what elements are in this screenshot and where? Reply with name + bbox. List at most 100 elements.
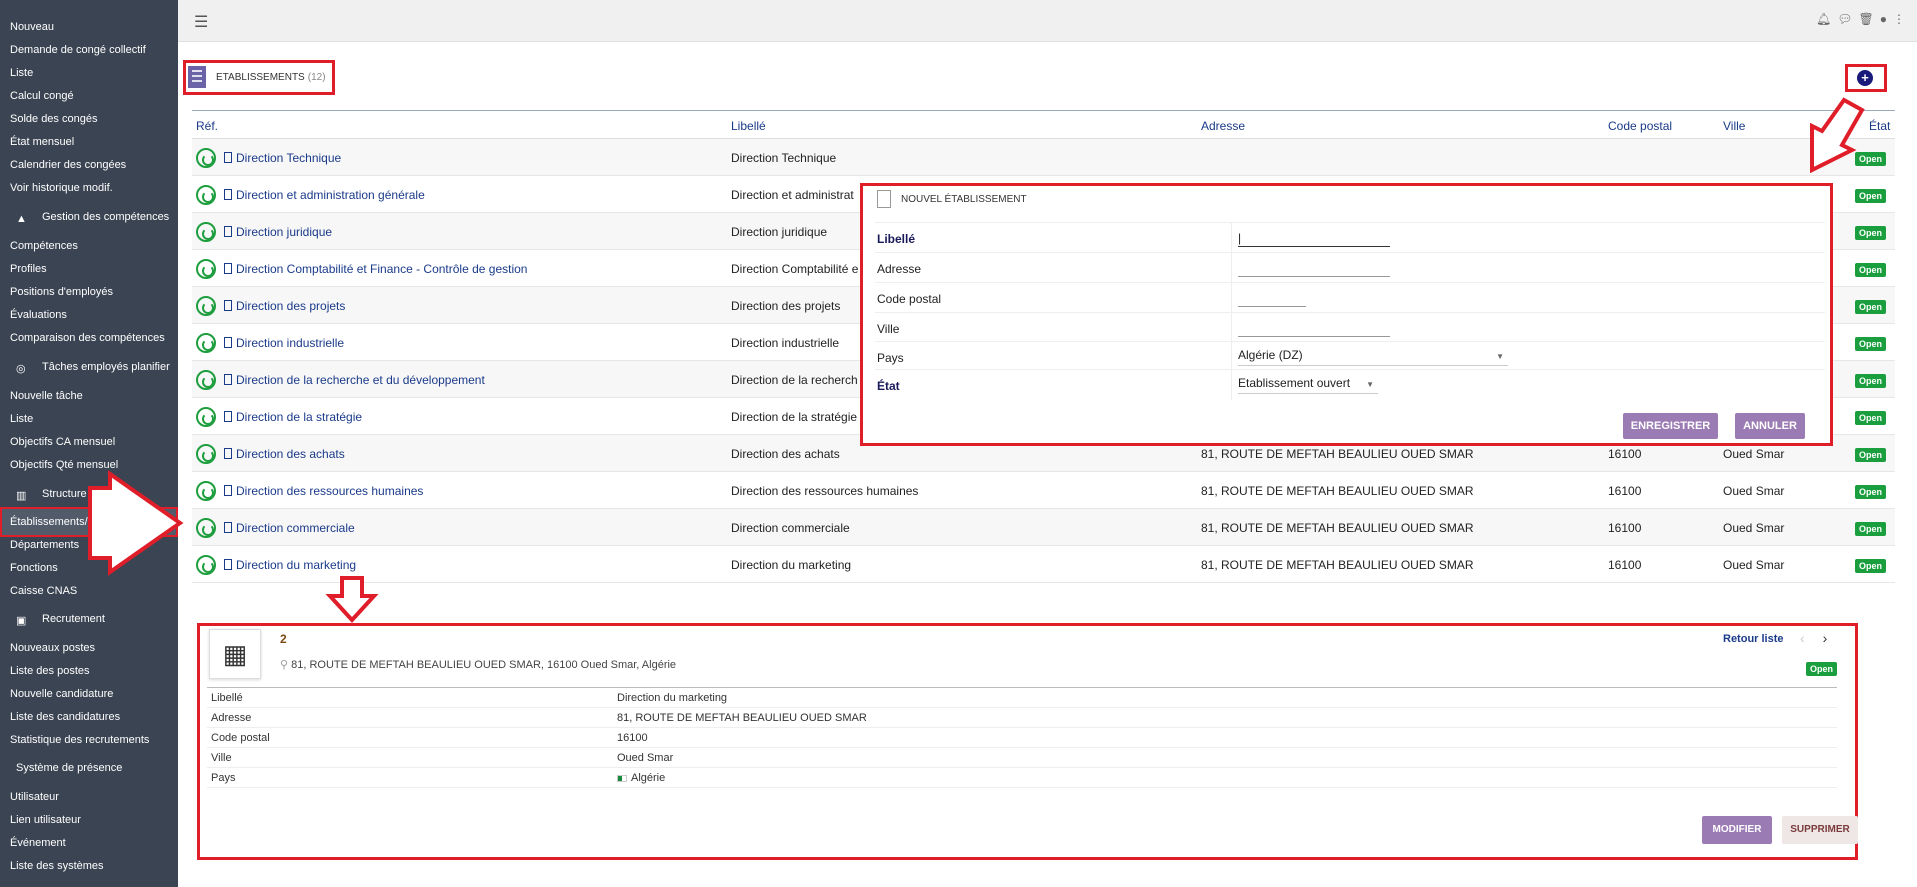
pays-select[interactable]: Algérie (DZ) ▼ xyxy=(1238,348,1508,366)
sidebar-item-competences[interactable]: Compétences xyxy=(10,240,78,252)
etat-select[interactable]: Etablissement ouvert ▼ xyxy=(1238,376,1378,394)
whatsapp-icon[interactable] xyxy=(196,370,216,390)
delete-button[interactable]: SUPPRIMER xyxy=(1782,816,1858,844)
adresse-input[interactable] xyxy=(1238,261,1390,277)
row-libelle: Direction industrielle xyxy=(731,336,840,350)
sidebar-item-systeme-de-presence[interactable]: Système de présence xyxy=(16,762,122,774)
whatsapp-icon[interactable] xyxy=(196,333,216,353)
row-ref-link[interactable]: Direction des achats xyxy=(224,447,345,461)
table-row[interactable]: Direction commerciale Direction commercia… xyxy=(192,509,1895,546)
table-row[interactable]: Direction Technique Direction Technique Op… xyxy=(192,139,1895,176)
table-row[interactable]: Direction des ressources humaines Directi… xyxy=(192,472,1895,509)
whatsapp-icon[interactable] xyxy=(196,555,216,575)
sidebar-item-utilisateur[interactable]: Utilisateur xyxy=(10,791,59,803)
whatsapp-icon[interactable] xyxy=(196,407,216,427)
sidebar-item-solde-des-conges[interactable]: Solde des congés xyxy=(10,113,97,125)
whatsapp-icon[interactable] xyxy=(196,148,216,168)
col-ref[interactable]: Réf. xyxy=(196,119,218,133)
libelle-input[interactable]: | xyxy=(1238,231,1390,247)
sidebar-item-evenement[interactable]: Événement xyxy=(10,837,66,849)
sidebar-item-statistique-des-recrutements[interactable]: Statistique des recrutements xyxy=(10,734,149,746)
sidebar-item-evaluations[interactable]: Évaluations xyxy=(10,309,67,321)
next-icon[interactable]: › xyxy=(1823,630,1828,646)
sidebar-item-liste-des-postes[interactable]: Liste des postes xyxy=(10,665,90,677)
row-ref-link[interactable]: Direction industrielle xyxy=(224,336,344,350)
sidebar-item-liste[interactable]: Liste xyxy=(10,67,33,79)
menu-icon[interactable]: ☰ xyxy=(194,12,208,32)
sidebar-item-etat-mensuel[interactable]: État mensuel xyxy=(10,136,74,148)
detail-value-wrap: Oued Smar xyxy=(617,752,673,764)
sidebar-item-objectifs-ca-mensuel[interactable]: Objectifs CA mensuel xyxy=(10,436,115,448)
field-adresse: Adresse xyxy=(875,252,1825,283)
trash-icon[interactable]: 🗑︎ xyxy=(1859,12,1874,26)
row-adresse: 81, ROUTE DE MEFTAH BEAULIEU OUED SMAR xyxy=(1201,521,1474,535)
code-postal-input[interactable] xyxy=(1238,291,1306,307)
save-button[interactable]: ENREGISTRER xyxy=(1623,413,1718,439)
col-code-postal[interactable]: Code postal xyxy=(1608,119,1672,133)
back-to-list-link[interactable]: Retour liste xyxy=(1723,633,1784,645)
sidebar-item-liste-des-candidatures[interactable]: Liste des candidatures xyxy=(10,711,120,723)
row-ref-link[interactable]: Direction du marketing xyxy=(224,558,356,572)
sidebar-item-voir-historique-modif[interactable]: Voir historique modif. xyxy=(10,182,113,194)
sidebar-item-objectifs-qte-mensuel[interactable]: Objectifs Qté mensuel xyxy=(10,459,118,471)
cancel-button[interactable]: ANNULER xyxy=(1735,413,1805,439)
col-ville[interactable]: Ville xyxy=(1723,119,1745,133)
sidebar-item-gestion-des-competences[interactable]: ▲ Gestion des compétences xyxy=(16,211,169,225)
sidebar-item-comparaison-des-competences[interactable]: Comparaison des compétences xyxy=(10,332,165,344)
sidebar-item-label: Recrutement xyxy=(42,613,105,625)
status-badge: Open xyxy=(1855,263,1887,277)
row-ville: Oued Smar xyxy=(1723,558,1785,572)
sidebar-item-departements[interactable]: Départements xyxy=(10,539,79,551)
sidebar-item-fonctions[interactable]: Fonctions xyxy=(10,562,58,574)
whatsapp-icon[interactable] xyxy=(196,444,216,464)
row-libelle: Direction et administrat xyxy=(731,188,854,202)
row-ref-link[interactable]: Direction Technique xyxy=(224,151,341,165)
row-ref-link[interactable]: Direction et administration générale xyxy=(224,188,425,202)
col-libelle[interactable]: Libellé xyxy=(731,119,766,133)
row-code-postal: 16100 xyxy=(1608,521,1642,535)
whatsapp-icon[interactable] xyxy=(196,481,216,501)
sidebar-item-positions-d-employes[interactable]: Positions d'employés xyxy=(10,286,113,298)
row-ref-link[interactable]: Direction des projets xyxy=(224,299,345,313)
row-adresse: 81, ROUTE DE MEFTAH BEAULIEU OUED SMAR xyxy=(1201,447,1474,461)
sidebar-item-liste[interactable]: Liste xyxy=(10,413,33,425)
user-avatar-icon[interactable]: ● xyxy=(1880,12,1887,26)
prev-icon[interactable]: ‹ xyxy=(1800,630,1805,646)
sidebar-item-recrutement[interactable]: ▣ Recrutement xyxy=(16,613,105,627)
whatsapp-icon[interactable] xyxy=(196,222,216,242)
ville-input[interactable] xyxy=(1238,321,1390,337)
more-icon[interactable]: ⋮ xyxy=(1893,12,1905,26)
sidebar-item-nouveaux-postes[interactable]: Nouveaux postes xyxy=(10,642,95,654)
sidebar-item-nouveau[interactable]: Nouveau xyxy=(10,21,54,33)
sidebar-item-profiles[interactable]: Profiles xyxy=(10,263,47,275)
col-etat[interactable]: État xyxy=(1869,119,1890,133)
sidebar-item-lien-utilisateur[interactable]: Lien utilisateur xyxy=(10,814,81,826)
row-ref-link[interactable]: Direction Comptabilité et Finance - Cont… xyxy=(224,262,527,276)
table-row[interactable]: Direction du marketing Direction du marke… xyxy=(192,546,1895,583)
sidebar-item-nouvelle-tache[interactable]: Nouvelle tâche xyxy=(10,390,83,402)
whatsapp-icon[interactable] xyxy=(196,296,216,316)
whatsapp-icon[interactable] xyxy=(196,259,216,279)
whatsapp-icon[interactable] xyxy=(196,185,216,205)
row-ref-link[interactable]: Direction juridique xyxy=(224,225,332,239)
sidebar-item-demande-de-conge-collectif[interactable]: Demande de congé collectif xyxy=(10,44,146,56)
sidebar-item-taches-employes-planifier[interactable]: ◎ Tâches employés planifier xyxy=(16,361,170,375)
chat-icon[interactable]: 💬︎ xyxy=(1837,12,1852,26)
sidebar-item-calendrier-des-congees[interactable]: Calendrier des congées xyxy=(10,159,126,171)
row-ref-link[interactable]: Direction des ressources humaines xyxy=(224,484,423,498)
sidebar-item-liste-des-systemes[interactable]: Liste des systèmes xyxy=(10,860,104,872)
row-ref-link[interactable]: Direction de la stratégie xyxy=(224,410,362,424)
sidebar-item-nouvelle-candidature[interactable]: Nouvelle candidature xyxy=(10,688,113,700)
detail-address: ⚲ 81, ROUTE DE MEFTAH BEAULIEU OUED SMAR… xyxy=(280,658,676,671)
row-ref-text: Direction de la recherche et du développ… xyxy=(236,373,485,387)
row-ref-link[interactable]: Direction commerciale xyxy=(224,521,355,535)
col-adresse[interactable]: Adresse xyxy=(1201,119,1245,133)
modify-button[interactable]: MODIFIER xyxy=(1702,816,1772,844)
sidebar-item-calcul-conge[interactable]: Calcul congé xyxy=(10,90,74,102)
sidebar-item-structure[interactable]: ▥ Structure xyxy=(16,488,87,502)
detail-row: Adresse 81, ROUTE DE MEFTAH BEAULIEU OUED… xyxy=(207,708,1837,728)
sidebar-item-caisse-cnas[interactable]: Caisse CNAS xyxy=(10,585,77,597)
whatsapp-icon[interactable] xyxy=(196,518,216,538)
row-ref-link[interactable]: Direction de la recherche et du développ… xyxy=(224,373,485,387)
bell-icon[interactable]: 🔔︎ xyxy=(1816,12,1831,26)
